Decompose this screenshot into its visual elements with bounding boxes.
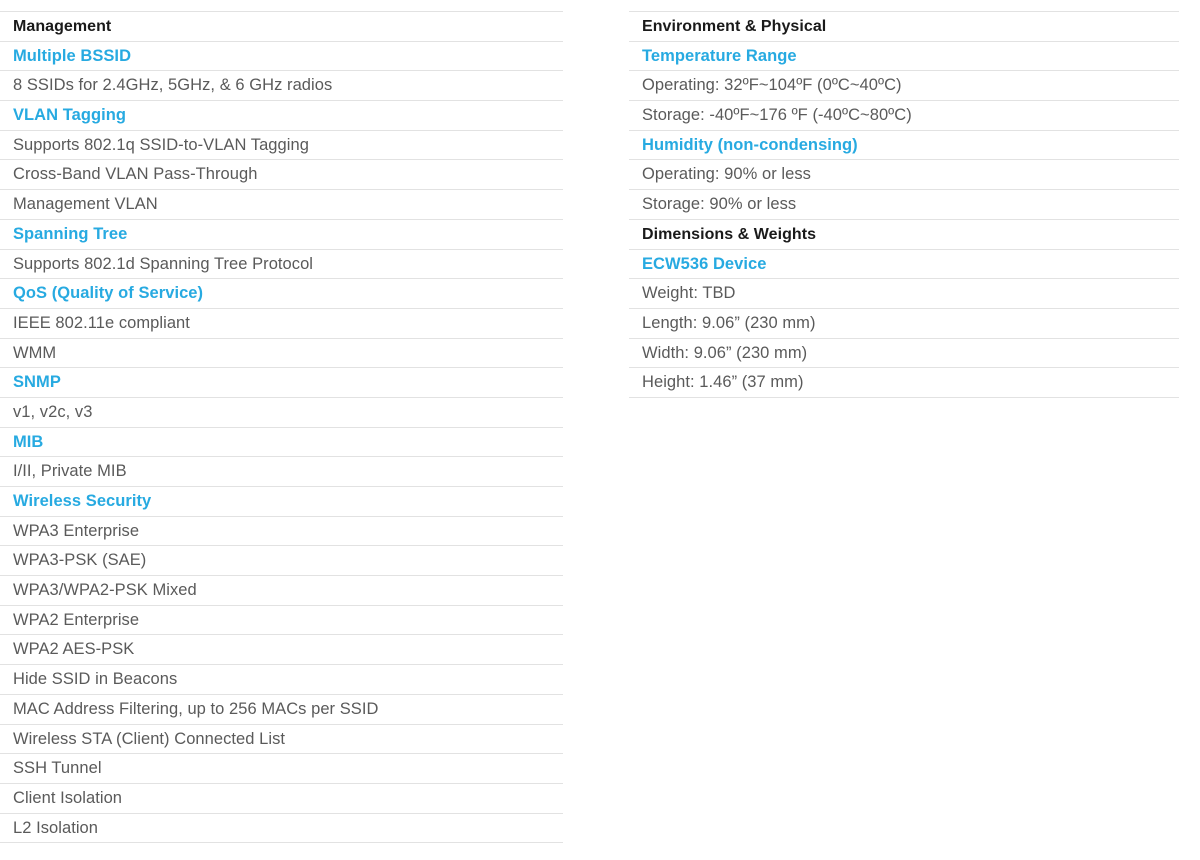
spec-subsection-header: VLAN Tagging <box>0 100 563 130</box>
spec-subsection-header: Multiple BSSID <box>0 40 563 71</box>
spec-detail-row: WPA3/WPA2-PSK Mixed <box>0 575 563 605</box>
spec-detail-row: WPA2 AES-PSK <box>0 634 563 664</box>
spec-subsection-header: Spanning Tree <box>0 218 563 249</box>
spec-detail-row: Width: 9.06” (230 mm) <box>629 337 1179 368</box>
spec-detail-row: WPA2 Enterprise <box>0 604 563 635</box>
spec-detail-row: Weight: TBD <box>629 278 1179 308</box>
spec-detail-row: Supports 802.1q SSID-to-VLAN Tagging <box>0 129 563 160</box>
spec-detail-row: Height: 1.46” (37 mm) <box>629 367 1179 397</box>
spec-detail-row: Client Isolation <box>0 782 563 813</box>
spec-column-closing-rule <box>629 396 1179 398</box>
spec-column-left: Management Multiple BSSID 8 SSIDs for 2.4G… <box>0 0 563 844</box>
spec-detail-row: Operating: 32ºF~104ºF (0ºC~40ºC) <box>629 70 1179 100</box>
spec-subsection-header: Wireless Security <box>0 486 563 516</box>
spec-column-closing-rule <box>0 842 563 844</box>
spec-detail-row: WMM <box>0 337 563 368</box>
spec-section-header: Management <box>0 11 563 41</box>
spec-detail-row: Length: 9.06” (230 mm) <box>629 307 1179 338</box>
spec-detail-row: Storage: -40ºF~176 ºF (-40ºC~80ºC) <box>629 100 1179 130</box>
spec-subsection-header: QoS (Quality of Service) <box>0 278 563 308</box>
spec-subsection-header: SNMP <box>0 367 563 397</box>
spec-detail-row: SSH Tunnel <box>0 753 563 783</box>
spec-subsection-header: MIB <box>0 426 563 457</box>
spec-subsection-header: Humidity (non-condensing) <box>629 129 1179 160</box>
spec-subsection-header: Temperature Range <box>629 40 1179 71</box>
spec-detail-row: Cross-Band VLAN Pass-Through <box>0 159 563 189</box>
spec-detail-row: WPA3 Enterprise <box>0 515 563 546</box>
spec-detail-row: I/II, Private MIB <box>0 456 563 486</box>
spec-detail-row: MAC Address Filtering, up to 256 MACs pe… <box>0 693 563 724</box>
spec-section-header: Environment & Physical <box>629 11 1179 41</box>
spec-detail-row: Wireless STA (Client) Connected List <box>0 723 563 754</box>
spec-detail-row: IEEE 802.11e compliant <box>0 307 563 338</box>
spec-detail-row: Storage: 90% or less <box>629 189 1179 219</box>
specification-sheet: Management Multiple BSSID 8 SSIDs for 2.4G… <box>0 0 1200 860</box>
spec-detail-row: v1, v2c, v3 <box>0 396 563 427</box>
spec-detail-row: L2 Isolation <box>0 812 563 843</box>
spec-detail-row: WPA3-PSK (SAE) <box>0 545 563 575</box>
spec-column-right: Environment & Physical Temperature Range O… <box>629 0 1179 398</box>
spec-subsection-header: ECW536 Device <box>629 248 1179 279</box>
spec-detail-row: Supports 802.1d Spanning Tree Protocol <box>0 248 563 279</box>
spec-detail-row: Management VLAN <box>0 189 563 219</box>
spec-detail-row: 8 SSIDs for 2.4GHz, 5GHz, & 6 GHz radios <box>0 70 563 100</box>
spec-detail-row: Hide SSID in Beacons <box>0 664 563 694</box>
spec-detail-row: Operating: 90% or less <box>629 159 1179 189</box>
spec-section-header: Dimensions & Weights <box>629 218 1179 249</box>
